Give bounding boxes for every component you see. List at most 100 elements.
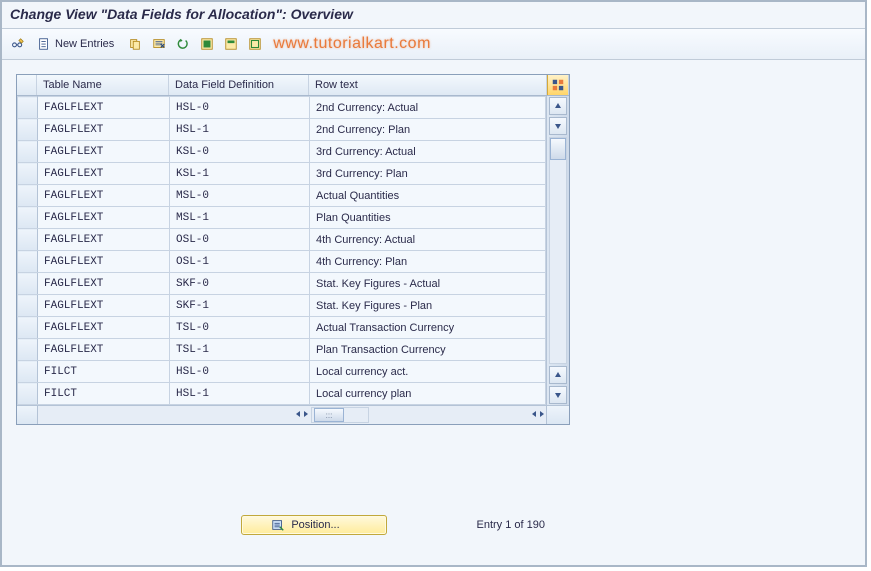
cell-data-field-definition[interactable]: OSL-1 — [170, 251, 310, 273]
table-row[interactable]: FAGLFLEXTOSL-14th Currency: Plan — [18, 251, 546, 273]
vertical-scrollbar[interactable] — [546, 96, 569, 405]
cell-data-field-definition[interactable]: KSL-1 — [170, 163, 310, 185]
cell-row-text[interactable]: Local currency act. — [310, 361, 546, 383]
row-selector[interactable] — [18, 317, 38, 339]
row-selector[interactable] — [18, 339, 38, 361]
cell-table-name[interactable]: FAGLFLEXT — [38, 207, 170, 229]
table-row[interactable]: FAGLFLEXTHSL-02nd Currency: Actual — [18, 97, 546, 119]
cell-table-name[interactable]: FAGLFLEXT — [38, 185, 170, 207]
row-selector[interactable] — [18, 185, 38, 207]
table-row[interactable]: FAGLFLEXTTSL-1Plan Transaction Currency — [18, 339, 546, 361]
cell-table-name[interactable]: FILCT — [38, 383, 170, 405]
select-all-button[interactable] — [197, 34, 217, 54]
delete-button[interactable] — [149, 34, 169, 54]
vertical-scroll-thumb[interactable] — [550, 138, 566, 160]
row-selector[interactable] — [18, 141, 38, 163]
cell-row-text[interactable]: Actual Quantities — [310, 185, 546, 207]
cell-table-name[interactable]: FAGLFLEXT — [38, 295, 170, 317]
cell-data-field-definition[interactable]: HSL-0 — [170, 97, 310, 119]
row-selector[interactable] — [18, 119, 38, 141]
grid-config-button[interactable] — [547, 75, 569, 95]
horizontal-scroll-track[interactable]: ::: — [311, 407, 369, 423]
cell-table-name[interactable]: FAGLFLEXT — [38, 251, 170, 273]
cell-data-field-definition[interactable]: SKF-1 — [170, 295, 310, 317]
hscroll-left-button-2[interactable] — [530, 409, 538, 421]
cell-row-text[interactable]: Stat. Key Figures - Actual — [310, 273, 546, 295]
deselect-all-button[interactable] — [245, 34, 265, 54]
cell-table-name[interactable]: FAGLFLEXT — [38, 119, 170, 141]
column-header-table-name[interactable]: Table Name — [37, 75, 169, 95]
row-selector[interactable] — [18, 97, 38, 119]
cell-data-field-definition[interactable]: HSL-1 — [170, 383, 310, 405]
cell-table-name[interactable]: FAGLFLEXT — [38, 141, 170, 163]
grid-header: Table Name Data Field Definition Row tex… — [17, 75, 569, 96]
undo-button[interactable] — [173, 34, 193, 54]
table-row[interactable]: FAGLFLEXTMSL-0Actual Quantities — [18, 185, 546, 207]
cell-row-text[interactable]: Local currency plan — [310, 383, 546, 405]
cell-data-field-definition[interactable]: TSL-0 — [170, 317, 310, 339]
cell-row-text[interactable]: 2nd Currency: Actual — [310, 97, 546, 119]
cell-row-text[interactable]: 3rd Currency: Plan — [310, 163, 546, 185]
cell-table-name[interactable]: FAGLFLEXT — [38, 97, 170, 119]
row-selector[interactable] — [18, 295, 38, 317]
table-row[interactable]: FILCTHSL-1Local currency plan — [18, 383, 546, 405]
hscroll-right-button-1[interactable] — [302, 409, 310, 421]
table-row[interactable]: FAGLFLEXTMSL-1Plan Quantities — [18, 207, 546, 229]
cell-data-field-definition[interactable]: MSL-0 — [170, 185, 310, 207]
cell-data-field-definition[interactable]: KSL-0 — [170, 141, 310, 163]
new-entries-button[interactable]: New Entries — [32, 34, 121, 54]
row-selector[interactable] — [18, 383, 38, 405]
cell-row-text[interactable]: Actual Transaction Currency — [310, 317, 546, 339]
row-selector[interactable] — [18, 273, 38, 295]
table-row[interactable]: FAGLFLEXTTSL-0Actual Transaction Currenc… — [18, 317, 546, 339]
cell-data-field-definition[interactable]: OSL-0 — [170, 229, 310, 251]
horizontal-scroll-thumb[interactable]: ::: — [314, 408, 344, 422]
row-selector[interactable] — [18, 361, 38, 383]
table-row[interactable]: FILCTHSL-0Local currency act. — [18, 361, 546, 383]
table-row[interactable]: FAGLFLEXTSKF-1Stat. Key Figures - Plan — [18, 295, 546, 317]
copy-button[interactable] — [125, 34, 145, 54]
vertical-scroll-track[interactable] — [549, 137, 567, 364]
cell-row-text[interactable]: Plan Quantities — [310, 207, 546, 229]
cell-row-text[interactable]: 4th Currency: Actual — [310, 229, 546, 251]
row-selector[interactable] — [18, 229, 38, 251]
row-selector[interactable] — [18, 163, 38, 185]
cell-row-text[interactable]: 2nd Currency: Plan — [310, 119, 546, 141]
page-up-button[interactable] — [549, 366, 567, 384]
position-button[interactable]: Position... — [241, 515, 387, 535]
column-header-data-field-definition[interactable]: Data Field Definition — [169, 75, 309, 95]
select-block-button[interactable] — [221, 34, 241, 54]
table-row[interactable]: FAGLFLEXTKSL-13rd Currency: Plan — [18, 163, 546, 185]
row-selector[interactable] — [18, 251, 38, 273]
horizontal-scrollbar[interactable]: ::: — [17, 405, 569, 424]
cell-data-field-definition[interactable]: MSL-1 — [170, 207, 310, 229]
grid-select-column-header[interactable] — [17, 75, 37, 95]
cell-table-name[interactable]: FAGLFLEXT — [38, 273, 170, 295]
hscroll-left-button-1[interactable] — [294, 409, 302, 421]
page-down-button[interactable] — [549, 117, 567, 135]
cell-data-field-definition[interactable]: SKF-0 — [170, 273, 310, 295]
table-row[interactable]: FAGLFLEXTSKF-0Stat. Key Figures - Actual — [18, 273, 546, 295]
cell-data-field-definition[interactable]: HSL-1 — [170, 119, 310, 141]
cell-row-text[interactable]: Stat. Key Figures - Plan — [310, 295, 546, 317]
cell-row-text[interactable]: 4th Currency: Plan — [310, 251, 546, 273]
row-selector[interactable] — [18, 207, 38, 229]
cell-data-field-definition[interactable]: HSL-0 — [170, 361, 310, 383]
cell-table-name[interactable]: FAGLFLEXT — [38, 339, 170, 361]
table-row[interactable]: FAGLFLEXTOSL-04th Currency: Actual — [18, 229, 546, 251]
cell-row-text[interactable]: 3rd Currency: Actual — [310, 141, 546, 163]
toggle-display-change-button[interactable] — [8, 34, 28, 54]
cell-table-name[interactable]: FILCT — [38, 361, 170, 383]
cell-row-text[interactable]: Plan Transaction Currency — [310, 339, 546, 361]
table-row[interactable]: FAGLFLEXTHSL-12nd Currency: Plan — [18, 119, 546, 141]
toolbar: New Entries — [2, 29, 865, 60]
cell-table-name[interactable]: FAGLFLEXT — [38, 163, 170, 185]
cell-table-name[interactable]: FAGLFLEXT — [38, 317, 170, 339]
table-row[interactable]: FAGLFLEXTKSL-03rd Currency: Actual — [18, 141, 546, 163]
cell-table-name[interactable]: FAGLFLEXT — [38, 229, 170, 251]
scroll-up-button[interactable] — [549, 97, 567, 115]
column-header-row-text[interactable]: Row text — [309, 75, 547, 95]
hscroll-right-button-2[interactable] — [538, 409, 546, 421]
scroll-down-button[interactable] — [549, 386, 567, 404]
cell-data-field-definition[interactable]: TSL-1 — [170, 339, 310, 361]
